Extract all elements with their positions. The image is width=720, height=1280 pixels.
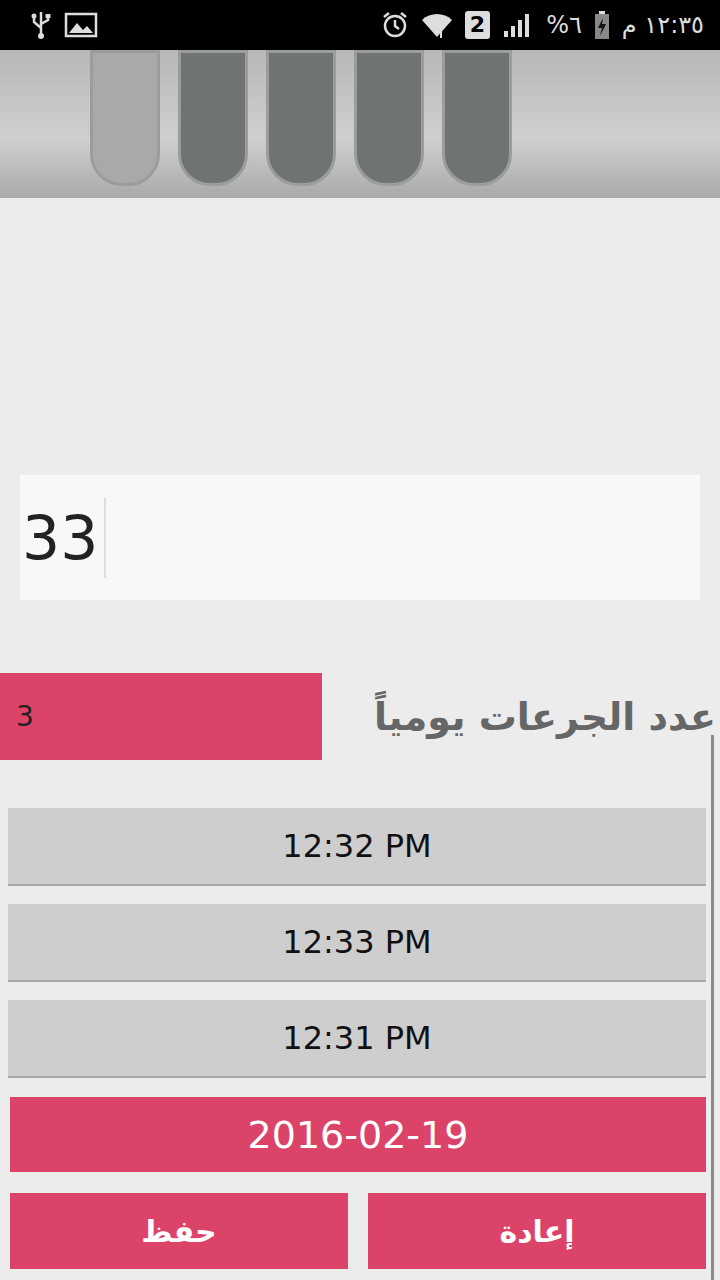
- usb-icon: [30, 10, 52, 40]
- action-button[interactable]: إعادة: [368, 1193, 706, 1269]
- text-caret: [104, 498, 106, 578]
- gallery-icon: [64, 12, 98, 38]
- wifi-icon: [421, 11, 453, 39]
- alarm-icon: [381, 11, 409, 39]
- medicine-photo: [0, 50, 720, 198]
- scrollbar: [711, 735, 714, 1280]
- capsule-shape: [354, 50, 424, 186]
- date-button[interactable]: 2016-02-19: [10, 1097, 706, 1172]
- battery-percent: ٦%: [546, 11, 582, 39]
- medicine-screen: 2٦%١٢:٣٥ م333عدد الجرعات يومياً12:32 PM1…: [0, 0, 720, 1280]
- status-bar: 2 ٦% ١٢:٣٥ م: [0, 0, 720, 50]
- time-button[interactable]: 12:32 PM: [8, 808, 706, 886]
- time-button[interactable]: 12:31 PM: [8, 1000, 706, 1078]
- time-button[interactable]: 12:33 PM: [8, 904, 706, 982]
- signal-icon: [502, 11, 534, 39]
- action-button[interactable]: حفظ: [10, 1193, 348, 1269]
- doses-per-day-input[interactable]: 3: [0, 673, 322, 760]
- clock: ١٢:٣٥ م: [622, 11, 704, 39]
- sim-indicator: 2: [465, 11, 490, 39]
- dose-input[interactable]: 33: [20, 475, 700, 600]
- doses-per-day-row: 3عدد الجرعات يومياً: [0, 673, 720, 760]
- capsule-shape: [178, 50, 248, 186]
- capsule-shape: [266, 50, 336, 186]
- doses-per-day-label: عدد الجرعات يومياً: [326, 695, 720, 739]
- capsule-shape: [442, 50, 512, 186]
- capsule-shape: [90, 50, 160, 186]
- battery-icon: [594, 10, 610, 40]
